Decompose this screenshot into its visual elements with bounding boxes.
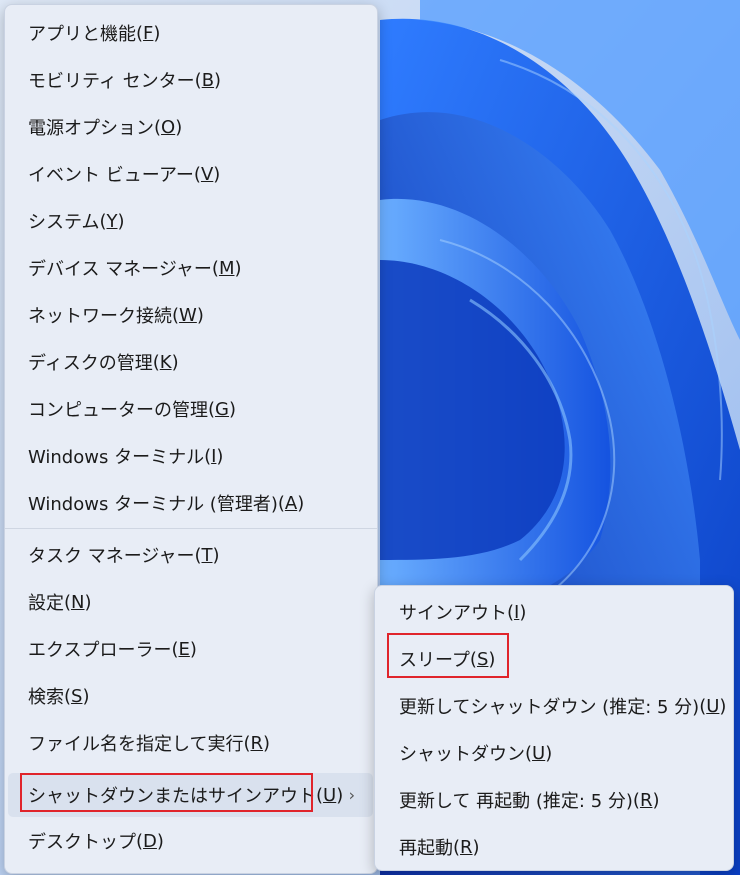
mnemonic: T: [201, 544, 213, 566]
menu-item-label: ファイル名を指定して実行: [28, 734, 244, 755]
menu-item-system[interactable]: システム(Y): [8, 201, 373, 241]
mnemonic: U: [323, 784, 337, 806]
menu-item-label: ディスクの管理: [28, 353, 153, 374]
menu-item-label: システム: [28, 212, 100, 233]
menu-item-desktop[interactable]: デスクトップ(D): [8, 821, 373, 861]
menu-item-search[interactable]: 検索(S): [8, 676, 373, 716]
menu-item-label: 設定: [28, 593, 64, 614]
menu-item-label: モビリティ センター: [28, 71, 195, 92]
submenu-item-label: 更新してシャットダウン (推定: 5 分): [399, 697, 700, 718]
mnemonic: I: [514, 601, 520, 623]
menu-item-label: シャットダウンまたはサインアウト: [28, 786, 316, 807]
mnemonic: R: [250, 732, 264, 754]
submenu-item-signout[interactable]: サインアウト(I): [379, 592, 729, 632]
mnemonic: R: [639, 789, 653, 811]
context-menu: アプリと機能(F) モビリティ センター(B) 電源オプション(O) イベント …: [4, 4, 378, 874]
menu-item-windows-terminal-admin[interactable]: Windows ターミナル (管理者)(A): [8, 483, 373, 523]
mnemonic: W: [179, 304, 197, 326]
menu-item-event-viewer[interactable]: イベント ビューアー(V): [8, 154, 373, 194]
menu-item-label: アプリと機能: [28, 24, 136, 45]
mnemonic: F: [143, 22, 154, 44]
shutdown-submenu: サインアウト(I) スリープ(S) 更新してシャットダウン (推定: 5 分)(…: [374, 585, 734, 871]
menu-item-label: タスク マネージャー: [28, 546, 195, 567]
menu-item-run[interactable]: ファイル名を指定して実行(R): [8, 723, 373, 763]
mnemonic: D: [143, 830, 157, 852]
mnemonic: B: [201, 69, 215, 91]
mnemonic: I: [211, 445, 217, 467]
menu-item-computer-management[interactable]: コンピューターの管理(G): [8, 389, 373, 429]
mnemonic: A: [284, 492, 298, 514]
menu-item-shutdown-signout[interactable]: シャットダウンまたはサインアウト(U) ›: [8, 773, 373, 817]
mnemonic: N: [71, 591, 85, 613]
mnemonic: G: [215, 398, 229, 420]
menu-item-label: Windows ターミナル (管理者): [28, 494, 278, 515]
mnemonic: K: [159, 351, 172, 373]
mnemonic: U: [706, 695, 720, 717]
mnemonic: Y: [106, 210, 118, 232]
submenu-item-label: 更新して 再起動 (推定: 5 分): [399, 791, 633, 812]
mnemonic: S: [71, 685, 83, 707]
menu-item-network-connections[interactable]: ネットワーク接続(W): [8, 295, 373, 335]
mnemonic: V: [200, 163, 214, 185]
mnemonic: R: [460, 836, 473, 858]
menu-item-explorer[interactable]: エクスプローラー(E): [8, 629, 373, 669]
mnemonic: E: [178, 638, 190, 660]
submenu-item-sleep[interactable]: スリープ(S): [379, 639, 729, 679]
menu-item-label: デスクトップ: [28, 832, 136, 853]
mnemonic: U: [532, 742, 546, 764]
submenu-item-label: 再起動: [399, 838, 453, 859]
menu-item-windows-terminal[interactable]: Windows ターミナル(I): [8, 436, 373, 476]
submenu-item-label: スリープ: [399, 650, 470, 671]
menu-item-label: ネットワーク接続: [28, 306, 172, 327]
menu-item-label: Windows ターミナル: [28, 447, 205, 468]
menu-item-settings[interactable]: 設定(N): [8, 582, 373, 622]
menu-item-label: 電源オプション: [28, 118, 154, 139]
submenu-item-shutdown[interactable]: シャットダウン(U): [379, 733, 729, 773]
menu-item-mobility-center[interactable]: モビリティ センター(B): [8, 60, 373, 100]
menu-item-device-manager[interactable]: デバイス マネージャー(M): [8, 248, 373, 288]
menu-item-label: 検索: [28, 687, 64, 708]
submenu-item-label: シャットダウン: [399, 744, 525, 765]
submenu-item-update-restart[interactable]: 更新して 再起動 (推定: 5 分)(R): [379, 780, 729, 820]
submenu-item-label: サインアウト: [399, 603, 507, 624]
menu-item-disk-management[interactable]: ディスクの管理(K): [8, 342, 373, 382]
menu-item-label: コンピューターの管理: [28, 400, 208, 421]
mnemonic: O: [161, 116, 176, 138]
mnemonic: S: [476, 648, 489, 670]
menu-item-power-options[interactable]: 電源オプション(O): [8, 107, 373, 147]
submenu-item-update-shutdown[interactable]: 更新してシャットダウン (推定: 5 分)(U): [379, 686, 729, 726]
menu-item-label: イベント ビューアー: [28, 165, 194, 186]
chevron-right-icon: ›: [348, 785, 355, 805]
mnemonic: M: [218, 257, 235, 279]
submenu-item-restart[interactable]: 再起動(R): [379, 827, 729, 867]
menu-item-apps-features[interactable]: アプリと機能(F): [8, 13, 373, 53]
menu-item-label: エクスプローラー: [28, 640, 172, 661]
menu-separator: [5, 528, 377, 529]
menu-item-task-manager[interactable]: タスク マネージャー(T): [8, 535, 373, 575]
menu-item-label: デバイス マネージャー: [28, 259, 212, 280]
